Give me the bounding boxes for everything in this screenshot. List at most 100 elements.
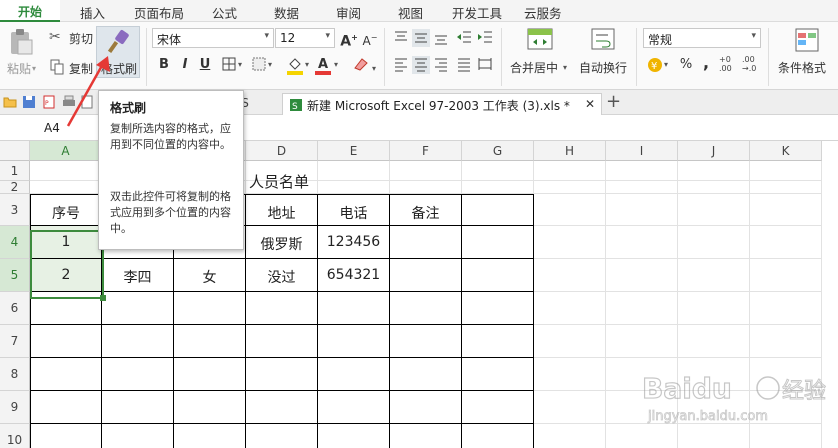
cell-a10[interactable] bbox=[30, 424, 102, 448]
row-header-6[interactable]: 6 bbox=[0, 292, 30, 325]
tab-view[interactable]: 视图 bbox=[398, 3, 423, 22]
cell-g3[interactable] bbox=[462, 194, 534, 226]
cell-k4[interactable] bbox=[750, 226, 822, 259]
cell-h6[interactable] bbox=[534, 292, 606, 325]
align-bottom-icon[interactable] bbox=[432, 29, 450, 47]
cell-j6[interactable] bbox=[678, 292, 750, 325]
cell-b8[interactable] bbox=[102, 358, 174, 391]
cell-k3[interactable] bbox=[750, 194, 822, 226]
align-left-icon[interactable] bbox=[392, 56, 410, 74]
cell-e10[interactable] bbox=[318, 424, 390, 448]
conditional-format-button[interactable]: 条件格式 bbox=[778, 59, 826, 76]
paste-button[interactable]: 粘贴 bbox=[7, 60, 31, 77]
cell-b9[interactable] bbox=[102, 391, 174, 424]
cell-h5[interactable] bbox=[534, 259, 606, 292]
cell-j5[interactable] bbox=[678, 259, 750, 292]
open-folder-icon[interactable] bbox=[3, 95, 17, 109]
cell-f1[interactable] bbox=[390, 161, 462, 181]
tab-data[interactable]: 数据 bbox=[274, 3, 299, 22]
cell-d5[interactable]: 没过 bbox=[246, 259, 318, 292]
cell-i7[interactable] bbox=[606, 325, 678, 358]
cell-i4[interactable] bbox=[606, 226, 678, 259]
font-size-select[interactable]: 12 ▾ bbox=[275, 28, 335, 48]
cell-a4[interactable]: 1 bbox=[30, 226, 102, 259]
clear-dropdown-icon[interactable]: ▾ bbox=[372, 64, 376, 73]
cell-j4[interactable] bbox=[678, 226, 750, 259]
border-dropdown-icon[interactable]: ▾ bbox=[238, 60, 242, 69]
row-header-8[interactable]: 8 bbox=[0, 358, 30, 391]
cell-a1[interactable] bbox=[30, 161, 102, 181]
cell-f4[interactable] bbox=[390, 226, 462, 259]
increase-decimal-icon[interactable]: +0.00 bbox=[719, 55, 732, 73]
column-header-f[interactable]: F bbox=[390, 141, 462, 161]
cell-c10[interactable] bbox=[174, 424, 246, 448]
cell-g5[interactable] bbox=[462, 259, 534, 292]
tab-home[interactable]: 开始 bbox=[0, 0, 60, 22]
cell-i2[interactable] bbox=[606, 181, 678, 194]
tab-page-layout[interactable]: 页面布局 bbox=[134, 3, 184, 22]
export-pdf-icon[interactable]: P bbox=[42, 95, 56, 109]
cell-k2[interactable] bbox=[750, 181, 822, 194]
cell-d6[interactable] bbox=[246, 292, 318, 325]
column-header-i[interactable]: I bbox=[606, 141, 678, 161]
cell-d9[interactable] bbox=[246, 391, 318, 424]
tab-current-file[interactable]: S 新建 Microsoft Excel 97-2003 工作表 (3).xls… bbox=[282, 93, 602, 115]
tab-cloud[interactable]: 云服务 bbox=[524, 3, 562, 22]
cell-g7[interactable] bbox=[462, 325, 534, 358]
save-icon[interactable] bbox=[22, 95, 36, 109]
column-header-h[interactable]: H bbox=[534, 141, 606, 161]
cell-g1[interactable] bbox=[462, 161, 534, 181]
percent-button[interactable]: % bbox=[677, 56, 695, 74]
cell-j7[interactable] bbox=[678, 325, 750, 358]
row-header-2[interactable]: 2 bbox=[0, 181, 30, 194]
row-header-10[interactable]: 10 bbox=[0, 424, 30, 448]
cell-f7[interactable] bbox=[390, 325, 462, 358]
align-center-icon[interactable] bbox=[412, 56, 430, 74]
row-header-7[interactable]: 7 bbox=[0, 325, 30, 358]
tab-formulas[interactable]: 公式 bbox=[212, 3, 237, 22]
cell-f2[interactable] bbox=[390, 181, 462, 194]
number-format-select[interactable]: 常规 ▾ bbox=[643, 28, 761, 48]
cell-e7[interactable] bbox=[318, 325, 390, 358]
cell-c6[interactable] bbox=[174, 292, 246, 325]
shrink-font-icon[interactable]: A− bbox=[361, 29, 379, 48]
cell-j3[interactable] bbox=[678, 194, 750, 226]
cell-e9[interactable] bbox=[318, 391, 390, 424]
fill-pattern-icon[interactable] bbox=[250, 56, 268, 74]
cell-b5[interactable]: 李四 bbox=[102, 259, 174, 292]
cell-d3[interactable]: 地址 bbox=[246, 194, 318, 226]
cell-h4[interactable] bbox=[534, 226, 606, 259]
cell-e5[interactable]: 654321 bbox=[318, 259, 390, 292]
cell-a6[interactable] bbox=[30, 292, 102, 325]
cell-f8[interactable] bbox=[390, 358, 462, 391]
row-header-4[interactable]: 4 bbox=[0, 226, 30, 259]
row-header-1[interactable]: 1 bbox=[0, 161, 30, 181]
cell-g6[interactable] bbox=[462, 292, 534, 325]
cell-k1[interactable] bbox=[750, 161, 822, 181]
tab-review[interactable]: 审阅 bbox=[336, 3, 361, 22]
cell-e2[interactable] bbox=[318, 181, 390, 194]
align-middle-icon[interactable] bbox=[412, 29, 430, 47]
cell-e1[interactable] bbox=[318, 161, 390, 181]
cell-d8[interactable] bbox=[246, 358, 318, 391]
column-header-j[interactable]: J bbox=[678, 141, 750, 161]
cell-f9[interactable] bbox=[390, 391, 462, 424]
wrap-text-icon[interactable] bbox=[590, 27, 616, 53]
cell-a9[interactable] bbox=[30, 391, 102, 424]
font-color-icon[interactable]: A bbox=[314, 55, 332, 75]
name-box[interactable]: A4 bbox=[44, 121, 60, 135]
cell-i3[interactable] bbox=[606, 194, 678, 226]
cell-e4[interactable]: 123456 bbox=[318, 226, 390, 259]
cell-e8[interactable] bbox=[318, 358, 390, 391]
currency-icon[interactable]: ¥ bbox=[646, 56, 664, 74]
comma-button[interactable]: , bbox=[697, 54, 715, 72]
column-header-d[interactable]: D bbox=[246, 141, 318, 161]
cell-c7[interactable] bbox=[174, 325, 246, 358]
align-right-icon[interactable] bbox=[432, 56, 450, 74]
paste-dropdown-icon[interactable]: ▾ bbox=[32, 64, 36, 73]
column-header-k[interactable]: K bbox=[750, 141, 822, 161]
distributed-icon[interactable] bbox=[476, 56, 494, 74]
fill-color-icon[interactable] bbox=[286, 55, 304, 75]
cell-h3[interactable] bbox=[534, 194, 606, 226]
cell-f6[interactable] bbox=[390, 292, 462, 325]
